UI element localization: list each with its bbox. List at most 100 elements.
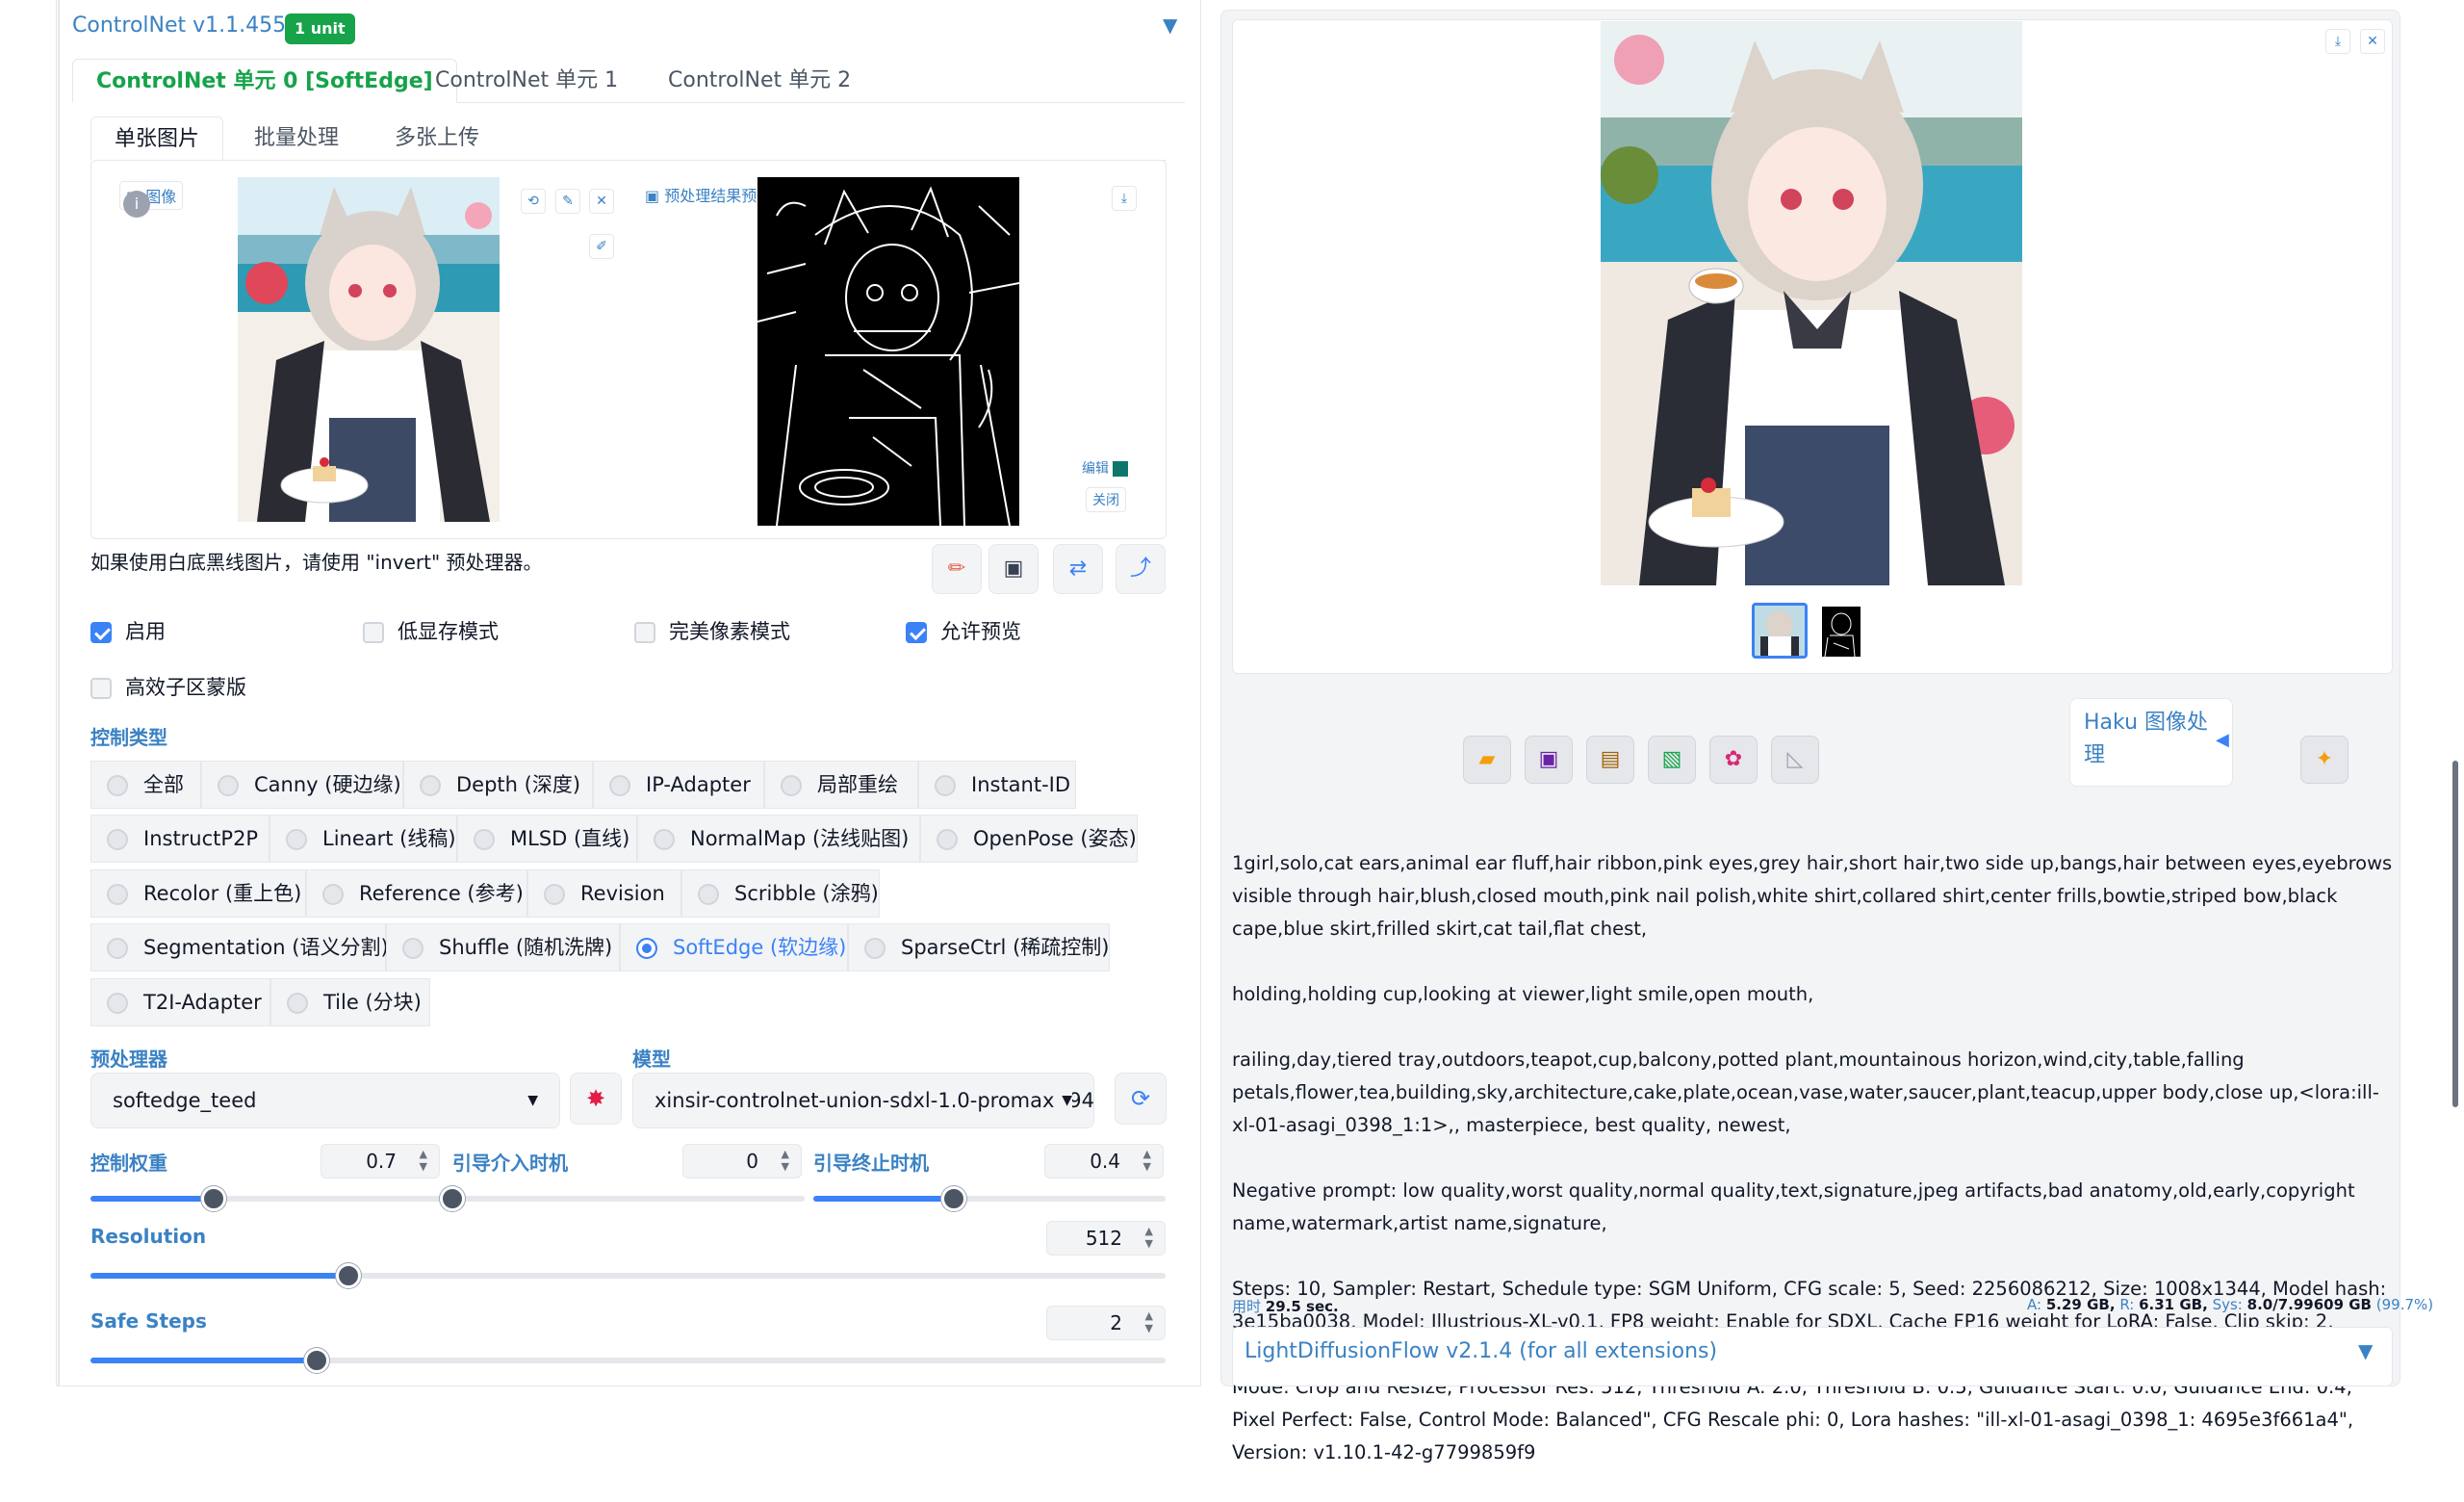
tab-unit-0[interactable]: ControlNet 单元 0 [SoftEdge] (72, 59, 457, 103)
radio-dot[interactable] (107, 993, 128, 1014)
controlnet-title[interactable]: ControlNet v1.1.455 (72, 13, 286, 38)
radio-dot[interactable] (218, 775, 239, 796)
control-type-inpaint[interactable]: 局部重绘 (764, 761, 918, 809)
model-select[interactable]: xinsir-controlnet-union-sdxl-1.0-promax … (632, 1073, 1094, 1128)
control-type-openpose[interactable]: OpenPose (姿态) (920, 815, 1138, 863)
info-icon[interactable]: i (123, 191, 150, 218)
collapse-arrow-icon[interactable]: ▼ (1163, 13, 1177, 37)
radio-dot[interactable] (864, 938, 886, 959)
tab-single-image[interactable]: 单张图片 (90, 117, 224, 161)
tab-multi-upload[interactable]: 多张上传 (372, 117, 502, 161)
radio-dot[interactable] (286, 829, 307, 850)
control-type-t2i-adapter[interactable]: T2I-Adapter (90, 978, 270, 1026)
control-type-segmentation[interactable]: Segmentation (语义分割) (90, 923, 389, 971)
enable-checkbox-box[interactable] (90, 622, 112, 643)
slider-thumb[interactable] (336, 1263, 362, 1288)
refresh-models-icon[interactable]: ⟳ (1115, 1073, 1167, 1125)
control-type-all[interactable]: 全部 (90, 761, 201, 809)
pen-icon[interactable]: ✐ (589, 234, 614, 259)
resolution-input[interactable]: 512 ▲ ▼ (1046, 1221, 1166, 1256)
haku-image-button[interactable]: Haku 图像处理 (2069, 698, 2233, 787)
radio-dot[interactable] (107, 938, 128, 959)
radio-dot[interactable] (544, 884, 565, 905)
thumbnail-output[interactable] (1752, 603, 1808, 659)
radio-dot[interactable] (287, 993, 308, 1014)
control-type-mlsd[interactable]: MLSD (直线) (457, 815, 637, 863)
send-to-inpaint-icon[interactable]: ✿ (1709, 736, 1758, 784)
control-type-sparsectrl[interactable]: SparseCtrl (稀疏控制) (848, 923, 1110, 971)
radio-dot[interactable] (402, 938, 424, 959)
radio-dot[interactable] (107, 775, 128, 796)
stepper-icon[interactable]: ▲ ▼ (1145, 1225, 1153, 1250)
stepper-icon[interactable]: ▲ ▼ (420, 1148, 427, 1173)
control-type-scribble[interactable]: Scribble (涂鸦) (681, 869, 880, 918)
stepper-icon[interactable]: ▲ ▼ (782, 1148, 789, 1173)
radio-dot[interactable] (322, 884, 344, 905)
weight-input[interactable]: 0.7 ▲ ▼ (321, 1144, 440, 1178)
tab-batch[interactable]: 批量处理 (231, 117, 362, 161)
input-image[interactable] (238, 177, 500, 522)
control-type-depth[interactable]: Depth (深度) (403, 761, 593, 809)
page-scrollbar[interactable] (2452, 761, 2458, 1107)
control-type-canny[interactable]: Canny (硬边缘) (201, 761, 403, 809)
resolution-slider[interactable] (90, 1263, 1166, 1288)
close-icon[interactable]: ✕ (589, 189, 614, 214)
slider-thumb[interactable] (303, 1348, 329, 1373)
end-input[interactable]: 0.4 ▲ ▼ (1044, 1144, 1164, 1178)
camera-icon[interactable]: ▣ (988, 544, 1039, 594)
control-type-revision[interactable]: Revision (527, 869, 681, 918)
download-icon[interactable]: ⤓ (2325, 29, 2350, 54)
radio-dot[interactable] (474, 829, 495, 850)
edit-button[interactable]: 编辑 (1082, 458, 1129, 478)
control-type-instant-id[interactable]: Instant-ID (918, 761, 1076, 809)
radio-dot[interactable] (609, 775, 630, 796)
effective-region-mask-checkbox[interactable]: 高效子区蒙版 (90, 672, 246, 701)
start-input[interactable]: 0 ▲ ▼ (682, 1144, 802, 1178)
preprocessor-select[interactable]: softedge_teed ▼ (90, 1073, 560, 1128)
send-to-extras-icon[interactable]: ◺ (1771, 736, 1819, 784)
control-type-tile[interactable]: Tile (分块) (270, 978, 430, 1026)
effective-region-mask-checkbox-box[interactable] (90, 678, 112, 699)
low-vram-checkbox-box[interactable] (363, 622, 384, 643)
radio-dot[interactable] (654, 829, 675, 850)
start-slider[interactable] (440, 1186, 805, 1211)
download-icon[interactable]: ⤓ (1112, 186, 1137, 211)
safe-steps-slider[interactable] (90, 1348, 1166, 1373)
send-dimensions-icon[interactable]: ⤴ (1116, 544, 1166, 594)
weight-slider[interactable] (90, 1186, 443, 1211)
stepper-icon[interactable]: ▲ ▼ (1145, 1309, 1153, 1334)
pixel-perfect-checkbox[interactable]: 完美像素模式 (634, 616, 790, 645)
brush-icon[interactable]: ✎ (555, 189, 580, 214)
control-type-shuffle[interactable]: Shuffle (随机洗牌) (386, 923, 620, 971)
thumbnail-edge-map[interactable] (1822, 607, 1861, 657)
radio-dot[interactable] (781, 775, 802, 796)
low-vram-checkbox[interactable]: 低显存模式 (363, 616, 499, 645)
allow-preview-checkbox[interactable]: 允许预览 (906, 616, 1021, 645)
close-preview-button[interactable]: 关闭 (1086, 487, 1126, 512)
end-slider[interactable] (813, 1186, 1166, 1211)
close-icon[interactable]: ✕ (2360, 29, 2385, 54)
control-type-lineart[interactable]: Lineart (线稿) (270, 815, 457, 863)
open-folder-icon[interactable]: ▰ (1463, 736, 1511, 784)
radio-dot[interactable] (420, 775, 441, 796)
control-type-ip-adapter[interactable]: IP-Adapter (593, 761, 764, 809)
radio-dot[interactable] (107, 829, 128, 850)
radio-dot[interactable] (698, 884, 719, 905)
control-type-instructp2p[interactable]: InstructP2P (90, 815, 270, 863)
swap-icon[interactable]: ⇄ (1053, 544, 1103, 594)
control-type-softedge[interactable]: SoftEdge (软边缘) (620, 923, 848, 971)
zip-icon[interactable]: ▤ (1586, 736, 1634, 784)
slider-thumb[interactable] (440, 1186, 465, 1211)
undo-icon[interactable]: ⟲ (521, 189, 546, 214)
allow-preview-checkbox-box[interactable] (906, 622, 927, 643)
send-to-img2img-icon[interactable]: ▧ (1648, 736, 1696, 784)
run-preprocessor-icon[interactable]: ✸ (570, 1073, 622, 1125)
enable-checkbox[interactable]: 启用 (90, 616, 166, 645)
collapse-arrow-icon[interactable]: ▼ (2358, 1339, 2373, 1362)
radio-dot[interactable] (107, 884, 128, 905)
save-icon[interactable]: ▣ (1525, 736, 1573, 784)
sparkle-icon[interactable]: ✦ (2300, 736, 2348, 784)
stepper-icon[interactable]: ▲ ▼ (1143, 1148, 1151, 1173)
output-image[interactable] (1601, 21, 2022, 585)
control-type-recolor[interactable]: Recolor (重上色) (90, 869, 306, 918)
